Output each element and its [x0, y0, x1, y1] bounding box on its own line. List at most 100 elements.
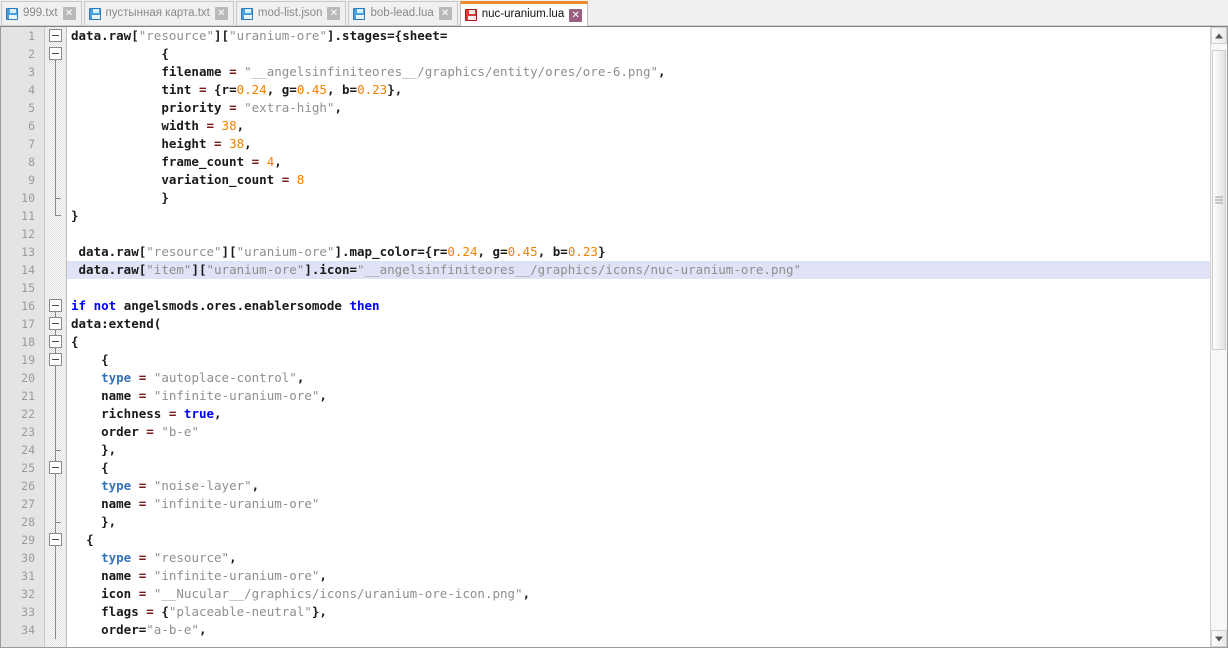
- token-plain: [71, 388, 101, 403]
- scrollbar-track[interactable]: [1211, 44, 1227, 630]
- code-line[interactable]: }: [67, 207, 1210, 225]
- code-line[interactable]: filename = "__angelsinfiniteores__/graph…: [67, 63, 1210, 81]
- token-num: 8: [297, 172, 305, 187]
- token-plain: [222, 100, 230, 115]
- token-plain: [222, 136, 230, 151]
- code-line[interactable]: [67, 225, 1210, 243]
- token-plain: [222, 64, 230, 79]
- code-line[interactable]: {: [67, 45, 1210, 63]
- close-icon[interactable]: ✕: [439, 7, 452, 20]
- code-line[interactable]: richness = true,: [67, 405, 1210, 423]
- close-icon[interactable]: ✕: [63, 7, 76, 20]
- code-line[interactable]: name = "infinite-uranium-ore": [67, 495, 1210, 513]
- editor-tab-0[interactable]: 999.txt ✕: [1, 1, 82, 25]
- code-line[interactable]: type = "resource",: [67, 549, 1210, 567]
- code-line[interactable]: data:extend(: [67, 315, 1210, 333]
- editor-tab-1[interactable]: пустынная карта.txt✕: [84, 1, 234, 25]
- code-text-area[interactable]: data.raw["resource"]["uranium-ore"].stag…: [67, 27, 1210, 647]
- token-id: order: [101, 424, 139, 439]
- editor-tab-2[interactable]: mod-list.json✕: [236, 1, 347, 25]
- fold-collapse-icon[interactable]: [49, 317, 62, 330]
- token-punc: }: [598, 244, 606, 259]
- token-plain: [146, 586, 154, 601]
- code-line[interactable]: data.raw["resource"]["uranium-ore"].stag…: [67, 27, 1210, 45]
- code-line[interactable]: icon = "__Nucular__/graphics/icons/urani…: [67, 585, 1210, 603]
- token-str: "autoplace-control": [154, 370, 297, 385]
- token-plain: [71, 82, 161, 97]
- close-icon[interactable]: ✕: [569, 9, 582, 22]
- fold-collapse-icon[interactable]: [49, 299, 62, 312]
- code-line[interactable]: variation_count = 8: [67, 171, 1210, 189]
- token-plain: [86, 298, 94, 313]
- token-id: b=: [342, 82, 357, 97]
- code-line[interactable]: name = "infinite-uranium-ore",: [67, 387, 1210, 405]
- code-folding-column[interactable]: [45, 27, 67, 647]
- code-line[interactable]: type = "autoplace-control",: [67, 369, 1210, 387]
- code-line-current[interactable]: data.raw["item"]["uranium-ore"].icon="__…: [67, 261, 1210, 279]
- line-number: 25: [1, 459, 44, 477]
- code-line[interactable]: }: [67, 189, 1210, 207]
- code-line[interactable]: if not angelsmods.ores.enablersomode the…: [67, 297, 1210, 315]
- token-id: height: [161, 136, 206, 151]
- token-punc: ,: [229, 550, 237, 565]
- fold-collapse-icon[interactable]: [49, 353, 62, 366]
- code-line[interactable]: },: [67, 441, 1210, 459]
- token-punc: },: [101, 514, 116, 529]
- token-id: name: [101, 496, 131, 511]
- token-plain: [274, 82, 282, 97]
- token-op: =: [146, 424, 154, 439]
- token-plain: [289, 172, 297, 187]
- code-line[interactable]: },: [67, 513, 1210, 531]
- line-number: 33: [1, 603, 44, 621]
- scrollbar-thumb[interactable]: [1212, 50, 1226, 350]
- line-number: 22: [1, 405, 44, 423]
- token-id: g=: [493, 244, 508, 259]
- token-punc: }: [161, 190, 169, 205]
- code-line[interactable]: frame_count = 4,: [67, 153, 1210, 171]
- token-plain: [71, 568, 101, 583]
- code-line[interactable]: width = 38,: [67, 117, 1210, 135]
- floppy-disk-icon: [353, 8, 365, 20]
- code-line[interactable]: flags = {"placeable-neutral"},: [67, 603, 1210, 621]
- line-number: 4: [1, 81, 44, 99]
- code-line[interactable]: name = "infinite-uranium-ore",: [67, 567, 1210, 585]
- code-line[interactable]: type = "noise-layer",: [67, 477, 1210, 495]
- code-line[interactable]: {: [67, 459, 1210, 477]
- line-number: 6: [1, 117, 44, 135]
- code-line[interactable]: data.raw["resource"]["uranium-ore"].map_…: [67, 243, 1210, 261]
- code-line[interactable]: {: [67, 531, 1210, 549]
- scroll-down-button[interactable]: [1211, 630, 1227, 647]
- code-line[interactable]: order = "b-e": [67, 423, 1210, 441]
- token-kw: then: [349, 298, 379, 313]
- code-line[interactable]: [67, 279, 1210, 297]
- editor-tab-3[interactable]: bob-lead.lua✕: [348, 1, 457, 25]
- editor-tab-4[interactable]: nuc-uranium.lua✕: [460, 1, 588, 26]
- editor-tab-label: 999.txt: [22, 8, 59, 20]
- fold-collapse-icon[interactable]: [49, 461, 62, 474]
- fold-collapse-icon[interactable]: [49, 29, 62, 42]
- line-number: 12: [1, 225, 44, 243]
- code-line[interactable]: order="a-b-e",: [67, 621, 1210, 639]
- code-line[interactable]: priority = "extra-high",: [67, 99, 1210, 117]
- fold-collapse-icon[interactable]: [49, 335, 62, 348]
- token-plain: [71, 64, 161, 79]
- code-line[interactable]: {: [67, 333, 1210, 351]
- close-icon[interactable]: ✕: [215, 7, 228, 20]
- token-str: "infinite-uranium-ore": [154, 568, 320, 583]
- token-id: filename: [161, 64, 221, 79]
- token-punc: {: [161, 604, 169, 619]
- token-op: =: [229, 64, 237, 79]
- code-line[interactable]: tint = {r=0.24, g=0.45, b=0.23},: [67, 81, 1210, 99]
- token-str: "item": [146, 262, 191, 277]
- token-plain: [71, 100, 161, 115]
- token-plain: [71, 586, 101, 601]
- code-line[interactable]: {: [67, 351, 1210, 369]
- fold-collapse-icon[interactable]: [49, 47, 62, 60]
- token-id: richness: [101, 406, 161, 421]
- close-icon[interactable]: ✕: [327, 7, 340, 20]
- code-line[interactable]: height = 38,: [67, 135, 1210, 153]
- vertical-scrollbar[interactable]: [1210, 27, 1227, 647]
- scroll-up-button[interactable]: [1211, 27, 1227, 44]
- token-num: 0.23: [357, 82, 387, 97]
- fold-collapse-icon[interactable]: [49, 533, 62, 546]
